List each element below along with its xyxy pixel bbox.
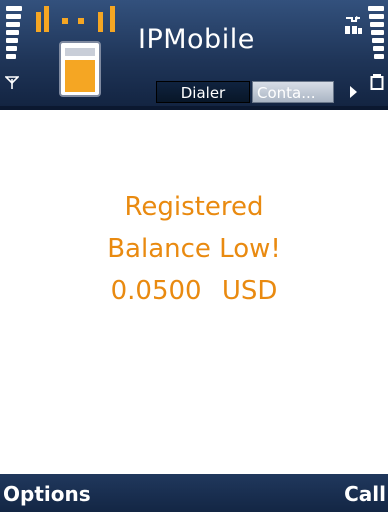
- antenna-icon: [5, 76, 19, 89]
- battery-icon: [370, 74, 384, 90]
- tab-contacts[interactable]: Conta...: [252, 81, 334, 103]
- balance-readout: 0.0500 USD: [0, 270, 388, 312]
- phone-screen: IPMobile Dialer Conta... Registered Bala…: [0, 0, 388, 512]
- ipmobile-app-icon: [36, 6, 115, 97]
- status-message: Registered Balance Low! 0.0500 USD: [0, 186, 388, 312]
- balance-currency: USD: [221, 276, 278, 306]
- call-softkey[interactable]: Call: [344, 482, 386, 506]
- battery-level-icon: [368, 6, 384, 76]
- signal-strength-icon: [6, 6, 22, 76]
- tab-dialer[interactable]: Dialer: [156, 81, 250, 103]
- softkey-bar: Options Call: [0, 474, 388, 512]
- header-divider: [0, 106, 388, 110]
- tab-scroll-right-icon[interactable]: [350, 86, 357, 98]
- app-title: IPMobile: [138, 24, 255, 55]
- balance-warning: Balance Low!: [107, 234, 281, 264]
- registration-status: Registered: [124, 192, 264, 222]
- network-status-icon: [345, 16, 362, 34]
- title-pane: IPMobile Dialer Conta...: [0, 0, 388, 110]
- options-softkey[interactable]: Options: [3, 482, 91, 506]
- balance-value: 0.0500: [110, 276, 202, 306]
